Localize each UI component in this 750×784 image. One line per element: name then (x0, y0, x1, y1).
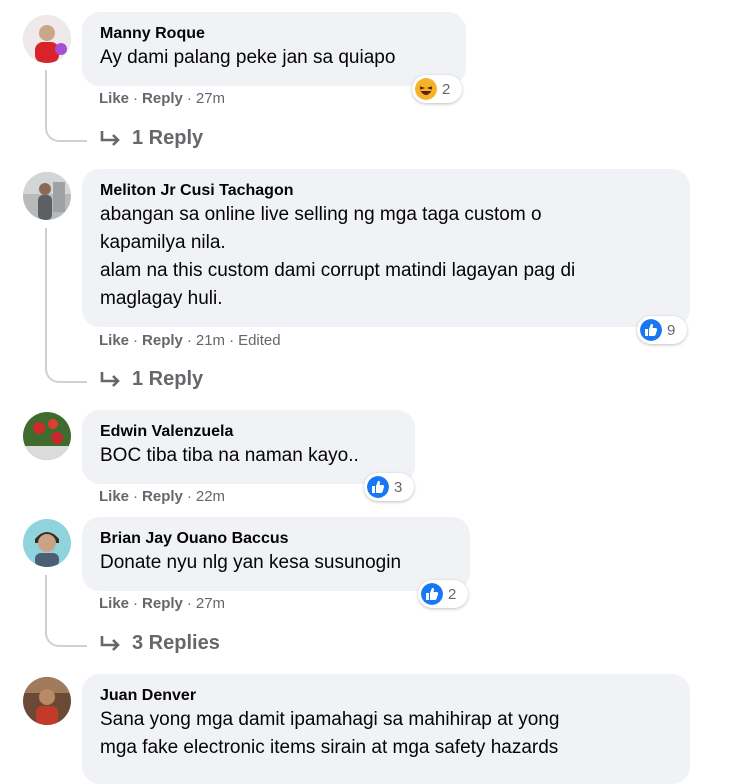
timestamp[interactable]: 22m (196, 488, 225, 505)
haha-icon (415, 78, 437, 100)
comment-bubble: Meliton Jr Cusi Tachagon abangan sa onli… (82, 169, 690, 327)
reaction-badge[interactable]: 3 (364, 473, 414, 501)
reaction-count: 2 (442, 80, 451, 98)
avatar[interactable] (23, 15, 71, 63)
avatar[interactable] (23, 172, 71, 220)
reaction-badge[interactable]: 2 (412, 75, 462, 103)
reply-link[interactable]: Reply (142, 332, 183, 349)
comment-actions: Like · Reply · 21m · Edited (99, 332, 281, 349)
timestamp[interactable]: 21m (196, 332, 225, 349)
comment-bubble: Brian Jay Ouano Baccus Donate nyu nlg ya… (82, 517, 470, 591)
thread-line (45, 70, 87, 142)
timestamp[interactable]: 27m (196, 90, 225, 107)
commenter-name[interactable]: Brian Jay Ouano Baccus (100, 529, 452, 549)
avatar-image (23, 519, 71, 567)
reaction-count: 2 (448, 585, 457, 603)
commenter-name[interactable]: Manny Roque (100, 24, 448, 44)
like-link[interactable]: Like (99, 90, 129, 107)
comment-actions: Like · Reply · 27m (99, 90, 226, 107)
reply-link[interactable]: Reply (142, 90, 183, 107)
reaction-badge[interactable]: 2 (418, 580, 468, 608)
like-link[interactable]: Like (99, 488, 129, 505)
reply-link[interactable]: Reply (142, 595, 183, 612)
timestamp[interactable]: 27m (196, 595, 225, 612)
avatar[interactable] (23, 412, 71, 460)
comment-text: Ay dami palang peke jan sa quiapo (100, 47, 396, 68)
like-icon (640, 319, 662, 341)
comment-text: Donate nyu nlg yan kesa susunogin (100, 552, 402, 573)
reaction-count: 9 (667, 321, 676, 339)
avatar-image (23, 412, 71, 460)
like-icon (367, 476, 389, 498)
reaction-count: 3 (394, 478, 403, 496)
replies-label: 1 Reply (132, 127, 204, 149)
reply-arrow-icon (100, 635, 120, 651)
avatar-image (23, 172, 71, 220)
comment-actions: Like · Reply · 22m (99, 488, 226, 505)
reply-arrow-icon (100, 130, 120, 146)
avatar-image (23, 677, 71, 725)
comment-text: abangan sa online live selling ng mga ta… (100, 204, 576, 309)
comment-bubble: Edwin Valenzuela BOC tiba tiba na naman … (82, 410, 415, 484)
view-replies-button[interactable]: 1 Reply (100, 368, 203, 391)
reply-link[interactable]: Reply (142, 488, 183, 505)
commenter-name[interactable]: Edwin Valenzuela (100, 422, 397, 442)
comment-actions: Like · Reply · 27m (99, 595, 226, 612)
thread-line (45, 575, 87, 647)
avatar[interactable] (23, 677, 71, 725)
comment-text: Sana yong mga damit ipamahagi sa mahihir… (100, 709, 560, 758)
commenter-name[interactable]: Juan Denver (100, 686, 672, 706)
reply-arrow-icon (100, 371, 120, 387)
like-link[interactable]: Like (99, 595, 129, 612)
replies-label: 3 Replies (132, 632, 220, 654)
view-replies-button[interactable]: 3 Replies (100, 632, 220, 655)
avatar[interactable] (23, 519, 71, 567)
comment-bubble: Manny Roque Ay dami palang peke jan sa q… (82, 12, 466, 86)
commenter-name[interactable]: Meliton Jr Cusi Tachagon (100, 181, 672, 201)
edited-label: Edited (238, 332, 281, 349)
reaction-badge[interactable]: 9 (637, 316, 687, 344)
like-icon (421, 583, 443, 605)
replies-label: 1 Reply (132, 368, 204, 390)
comment-text: BOC tiba tiba na naman kayo.. (100, 445, 359, 466)
avatar-image (23, 15, 71, 63)
view-replies-button[interactable]: 1 Reply (100, 127, 203, 150)
like-link[interactable]: Like (99, 332, 129, 349)
thread-line (45, 228, 87, 383)
